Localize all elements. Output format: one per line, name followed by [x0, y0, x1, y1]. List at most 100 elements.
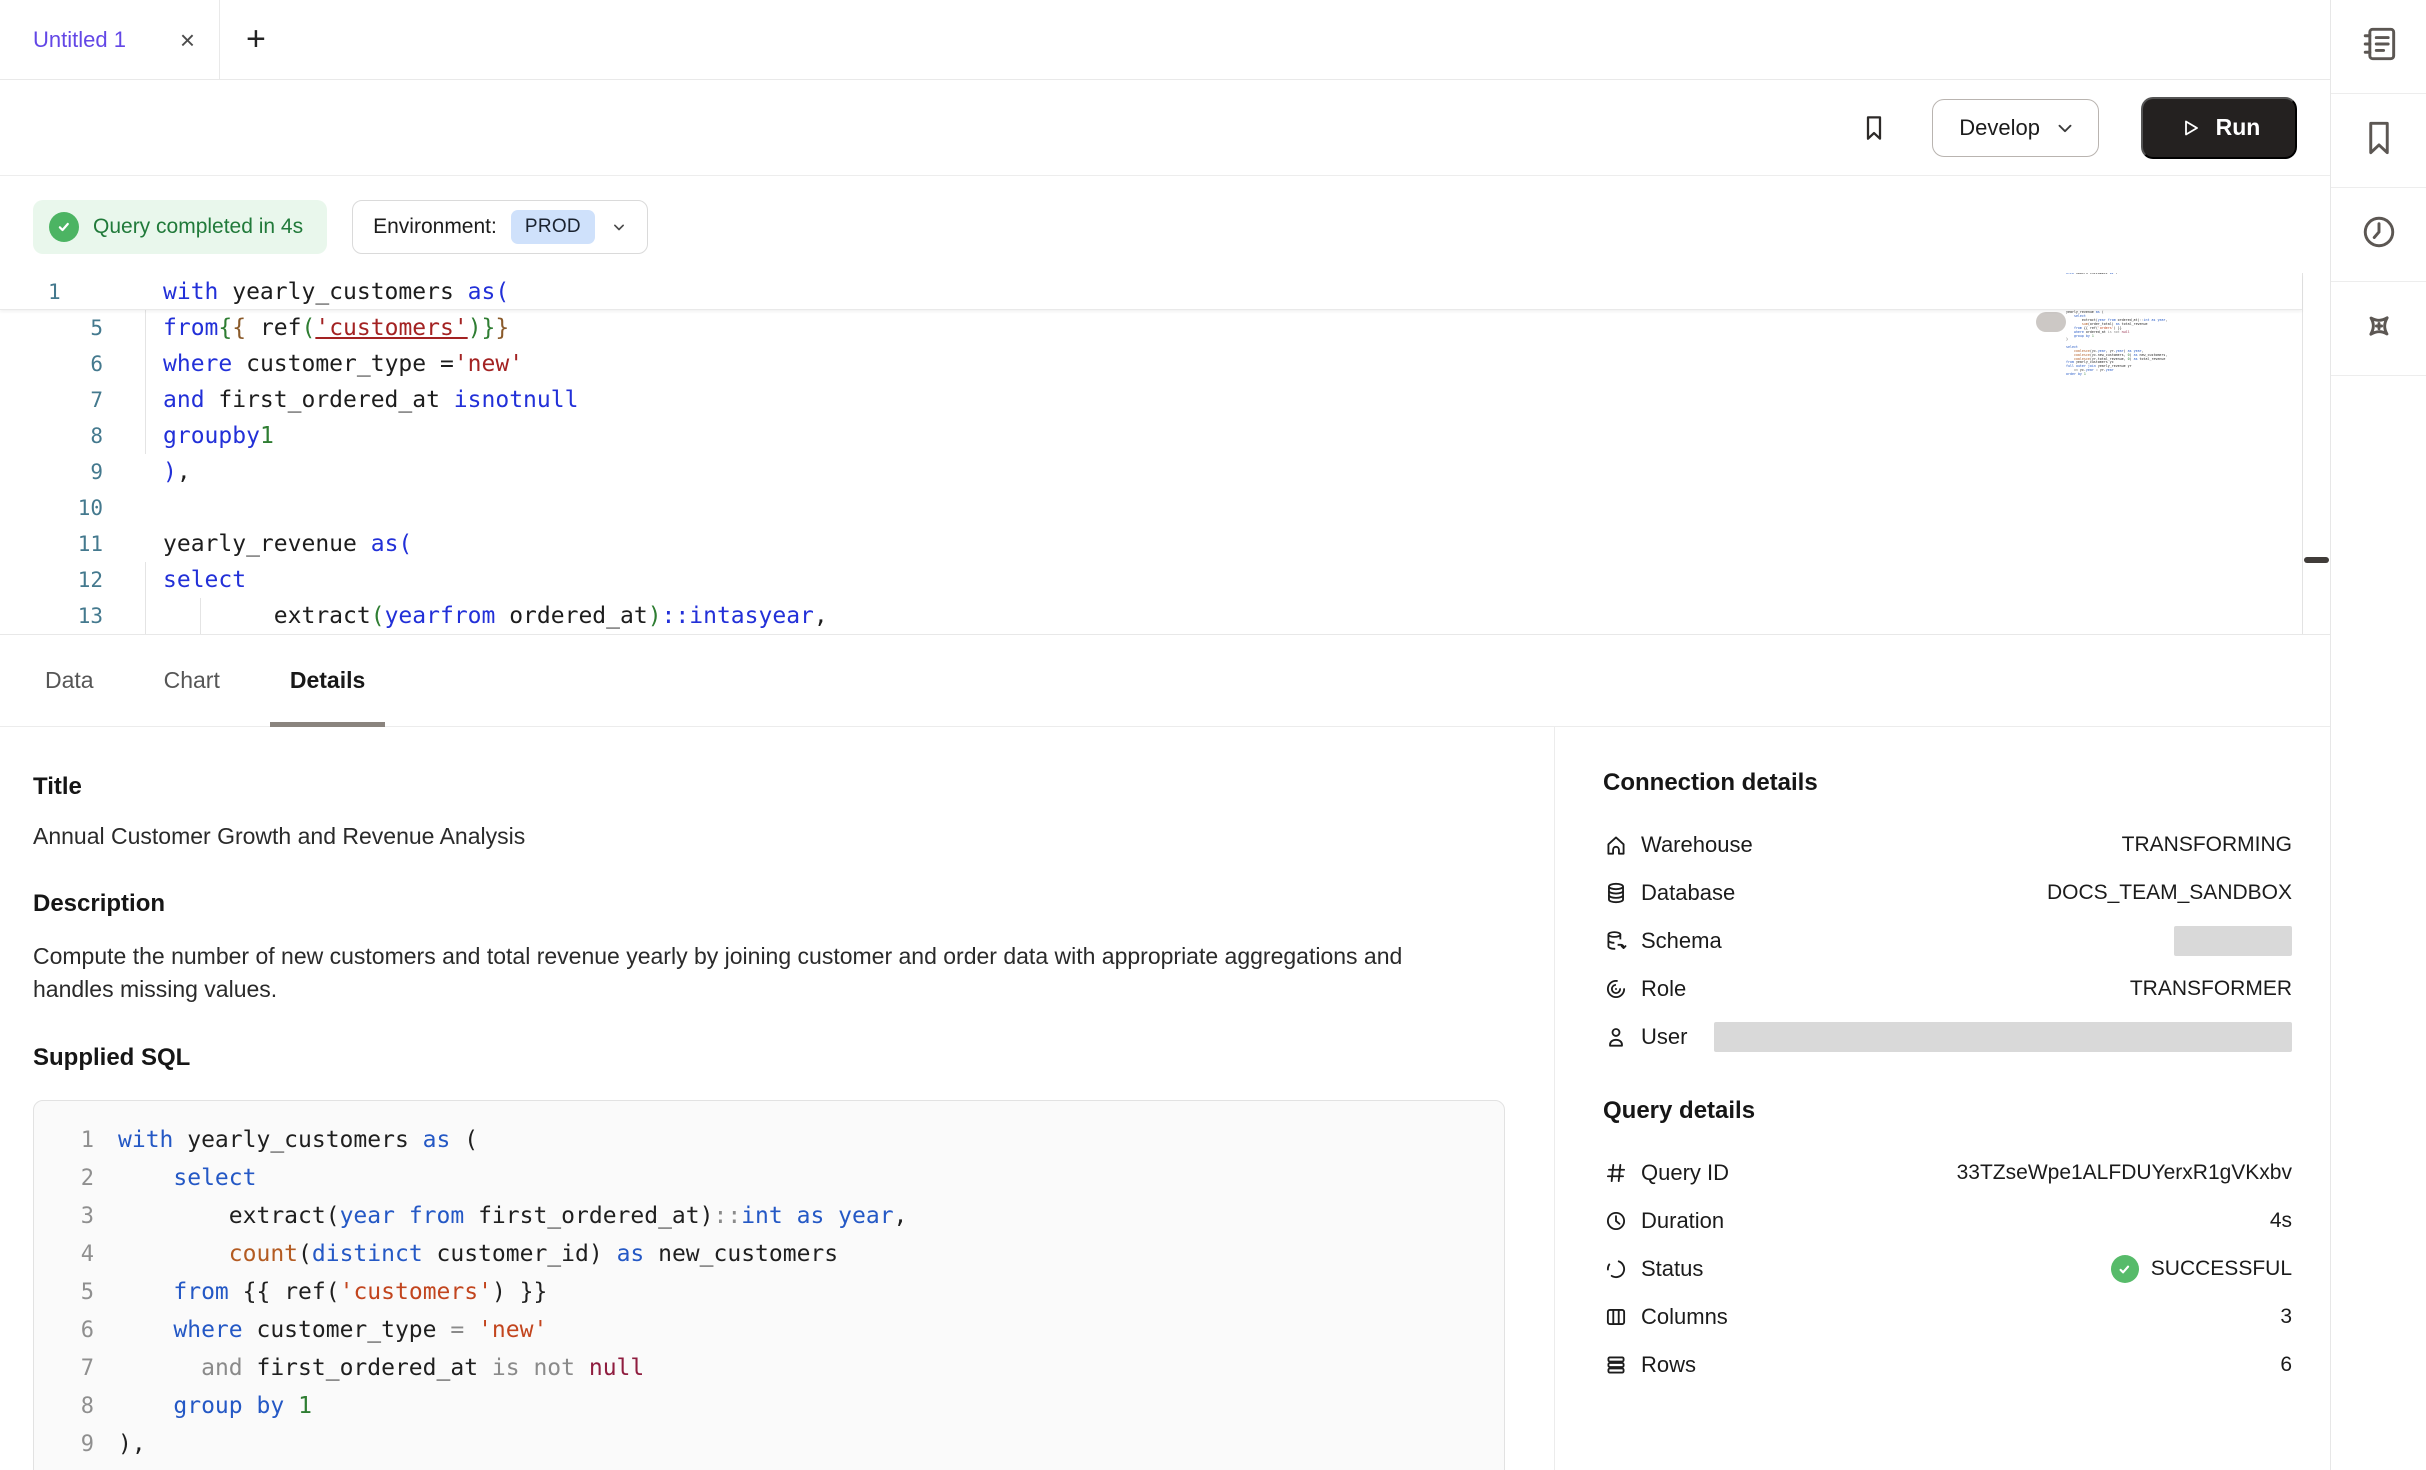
editor-line[interactable]: 10 [0, 490, 2302, 526]
develop-label: Develop [1959, 115, 2040, 141]
sql-block-line: 5 from {{ ref('customers') }} [34, 1273, 1504, 1311]
line-number: 7 [0, 388, 103, 412]
file-tab-label: Untitled 1 [33, 27, 162, 53]
check-icon [49, 212, 79, 242]
sql-block-line: 4 count(distinct customer_id) as new_cus… [34, 1235, 1504, 1273]
editor-line[interactable]: 7 and first_ordered_at is not null [0, 382, 2302, 418]
description-value: Compute the number of new customers and … [33, 940, 1413, 1006]
line-code: ), [94, 1431, 146, 1457]
line-number: 3 [34, 1204, 94, 1229]
duration-icon [1603, 1208, 1629, 1234]
rows-icon [1603, 1352, 1629, 1378]
sidebar-button-notebook[interactable] [2331, 0, 2426, 94]
query-row: StatusSUCCESSFUL [1603, 1245, 2292, 1293]
line-code: where customer_type = 'new' [94, 1317, 547, 1343]
editor-line[interactable]: 6 where customer_type = 'new' [0, 346, 2302, 382]
connection-row: Schema [1603, 917, 2292, 965]
row-label: Columns [1641, 1304, 1728, 1330]
run-button[interactable]: Run [2141, 97, 2297, 159]
line-code: ), [103, 454, 2302, 490]
file-tab-untitled[interactable]: Untitled 1 × [0, 0, 220, 79]
sidebar-button-sparkle[interactable] [2331, 282, 2426, 376]
line-number: 9 [34, 1432, 94, 1457]
editor-scrollbar-thumb[interactable] [2304, 557, 2329, 563]
tab-data[interactable]: Data [25, 635, 114, 726]
line-number: 7 [34, 1356, 94, 1381]
line-number: 11 [0, 532, 103, 556]
sql-block-line: 3 extract(year from first_ordered_at)::i… [34, 1197, 1504, 1235]
sparkle-icon [2357, 304, 2401, 353]
connection-details-list: WarehouseTRANSFORMINGDatabaseDOCS_TEAM_S… [1603, 821, 2292, 1061]
details-right-column: Connection details WarehouseTRANSFORMING… [1603, 727, 2292, 1389]
row-label: User [1641, 1024, 1687, 1050]
line-code: group by 1 [103, 418, 2302, 454]
app-window: Untitled 1 × + Develop Ru [0, 0, 2426, 1470]
redacted-value [2174, 926, 2292, 956]
bookmark-icon[interactable] [1858, 112, 1890, 144]
editor-line[interactable]: 8 group by 1 [0, 418, 2302, 454]
success-check-icon [2111, 1255, 2139, 1283]
editor-code[interactable]: 1with yearly_customers as (5 from {{ ref… [0, 274, 2302, 634]
line-code: and first_ordered_at is not null [94, 1355, 644, 1381]
history-icon [2357, 210, 2401, 259]
sql-block-line: 8 group by 1 [34, 1387, 1504, 1425]
sidebar-button-bookmark[interactable] [2331, 94, 2426, 188]
row-value: 33TZseWpe1ALFDUYerxR1gVKxbv [1957, 1161, 2292, 1185]
line-number: 2 [34, 1166, 94, 1191]
sql-block-line: 2 select [34, 1159, 1504, 1197]
editor-line[interactable]: 9), [0, 454, 2302, 490]
editor-line[interactable]: 13 extract(year from ordered_at)::int as… [0, 598, 2302, 634]
line-number: 6 [0, 352, 103, 376]
editor-line[interactable]: 5 from {{ ref('customers') }} [0, 310, 2302, 346]
row-label: Rows [1641, 1352, 1696, 1378]
line-number: 12 [0, 568, 103, 592]
editor-sticky-line[interactable]: 1with yearly_customers as ( [0, 274, 2302, 310]
line-number: 9 [0, 460, 103, 484]
line-number: 5 [34, 1280, 94, 1305]
develop-dropdown[interactable]: Develop [1932, 99, 2099, 157]
query-details-heading: Query details [1603, 1097, 2292, 1125]
line-number: 4 [34, 1242, 94, 1267]
details-left-column: Title Annual Customer Growth and Revenue… [33, 727, 1505, 1470]
line-number: 1 [0, 280, 103, 304]
schema-icon [1603, 928, 1629, 954]
sql-block-line: 10 [34, 1463, 1504, 1470]
line-code: extract(year from ordered_at)::int as ye… [103, 598, 2302, 634]
line-code: select [94, 1165, 256, 1191]
editor-scrollbar[interactable] [2302, 273, 2330, 634]
line-code: extract(year from first_ordered_at)::int… [94, 1203, 907, 1229]
sql-block-line: 9), [34, 1425, 1504, 1463]
warehouse-icon [1603, 832, 1629, 858]
query-row: Rows6 [1603, 1341, 2292, 1389]
run-label: Run [2216, 114, 2261, 141]
environment-select[interactable]: Environment: PROD [352, 200, 648, 254]
line-code: from {{ ref('customers') }} [94, 1279, 547, 1305]
supplied-sql-heading: Supplied SQL [33, 1044, 1505, 1072]
supplied-sql-block: 1with yearly_customers as (2 select3 ext… [33, 1100, 1505, 1470]
row-value: TRANSFORMER [2130, 977, 2292, 1001]
title-value: Annual Customer Growth and Revenue Analy… [33, 823, 1505, 850]
scroll-handle[interactable] [2036, 312, 2066, 332]
redacted-value [1714, 1022, 2292, 1052]
row-value: 4s [2270, 1209, 2292, 1233]
line-code: with yearly_customers as ( [94, 1127, 478, 1153]
row-value: SUCCESSFUL [2151, 1257, 2292, 1281]
line-number: 5 [0, 316, 103, 340]
role-icon [1603, 976, 1629, 1002]
line-number: 8 [34, 1394, 94, 1419]
tab-chart[interactable]: Chart [144, 635, 240, 726]
results-tab-bar: Data Chart Details [0, 635, 2330, 727]
row-value: TRANSFORMING [2122, 833, 2292, 857]
editor-line[interactable]: 11yearly_revenue as ( [0, 526, 2302, 562]
query-row: Columns3 [1603, 1293, 2292, 1341]
new-tab-button[interactable]: + [220, 0, 266, 79]
editor-line[interactable]: 12 select [0, 562, 2302, 598]
row-label: Warehouse [1641, 832, 1753, 858]
sidebar-button-history[interactable] [2331, 188, 2426, 282]
notebook-icon [2357, 22, 2401, 71]
line-code [103, 490, 2302, 526]
close-tab-icon[interactable]: × [180, 27, 195, 53]
environment-value-badge: PROD [511, 210, 595, 244]
tab-details[interactable]: Details [270, 635, 385, 726]
sql-block-line: 6 where customer_type = 'new' [34, 1311, 1504, 1349]
